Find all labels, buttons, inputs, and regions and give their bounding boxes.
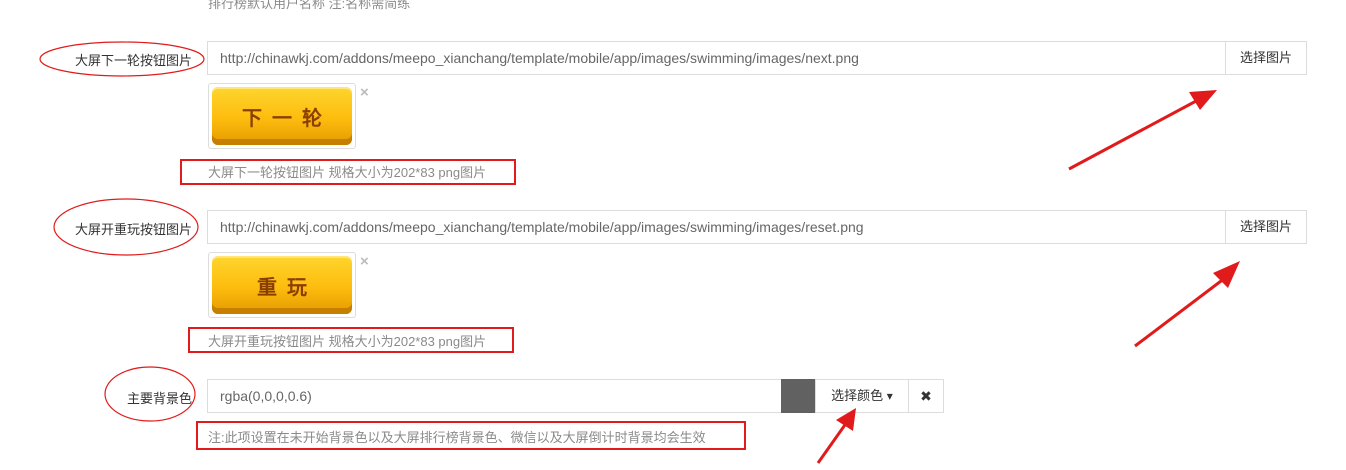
replay-label: 大屏开重玩按钮图片 <box>74 222 192 237</box>
next-round-select-image-button[interactable]: 选择图片 <box>1225 41 1307 75</box>
next-round-label: 大屏下一轮按钮图片 <box>74 53 192 68</box>
select-color-label: 选择颜色 <box>831 388 884 403</box>
caret-down-icon: ▾ <box>886 389 893 403</box>
main-bg-color-input[interactable]: rgba(0,0,0,0.6) <box>207 379 782 413</box>
next-round-preview-graphic: 下一轮 <box>212 87 352 145</box>
replay-remove-icon[interactable]: × <box>360 253 369 270</box>
close-icon: ✖ <box>920 388 932 404</box>
next-round-image-preview: 下一轮 <box>208 83 356 149</box>
main-bg-color-label: 主要背景色 <box>126 391 192 406</box>
replay-select-image-button[interactable]: 选择图片 <box>1225 210 1307 244</box>
top-hint-text: 排行榜默认用户名称 注:名称需简练 <box>208 0 411 11</box>
annotation-arrow-3 <box>816 408 856 464</box>
main-bg-color-swatch[interactable] <box>781 379 816 413</box>
annotation-arrow-1 <box>1068 90 1217 171</box>
next-round-preview-text: 下一轮 <box>242 105 332 130</box>
next-round-url-input[interactable]: http://chinawkj.com/addons/meepo_xiancha… <box>207 41 1226 75</box>
replay-image-preview: 重玩 <box>208 252 356 318</box>
annotation-box-next-round-help <box>180 159 516 185</box>
annotation-box-bg-color-help <box>196 421 746 450</box>
annotation-arrow-2 <box>1134 261 1240 348</box>
replay-url-input[interactable]: http://chinawkj.com/addons/meepo_xiancha… <box>207 210 1226 244</box>
main-bg-color-select-button[interactable]: 选择颜色 ▾ <box>815 379 909 413</box>
next-round-remove-icon[interactable]: × <box>360 84 369 101</box>
replay-preview-text: 重玩 <box>257 274 317 299</box>
clear-color-button[interactable]: ✖ <box>908 379 944 413</box>
replay-preview-graphic: 重玩 <box>212 256 352 314</box>
annotation-box-replay-help <box>188 327 514 353</box>
